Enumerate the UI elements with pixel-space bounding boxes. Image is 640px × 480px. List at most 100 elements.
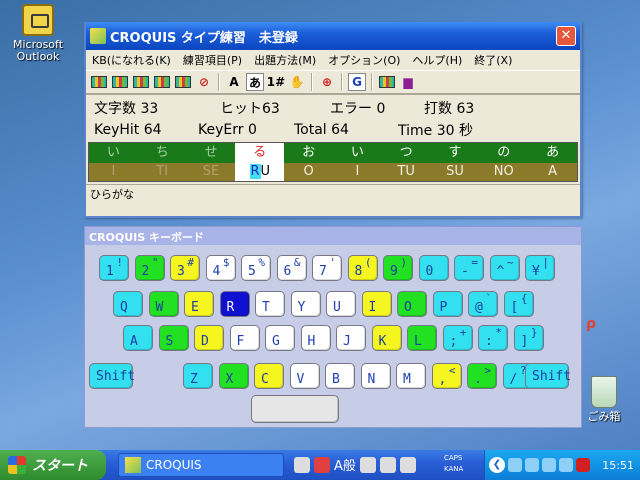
key-label: E [191, 300, 199, 315]
key-r[interactable]: R [219, 291, 250, 317]
key-s[interactable]: S [158, 325, 189, 351]
toolbar-keyboard-4-button[interactable] [153, 73, 171, 91]
key-x[interactable]: X [218, 363, 249, 389]
kana-cell: い [332, 143, 382, 163]
toolbar-g-button[interactable]: G [348, 73, 366, 91]
key-p[interactable]: P [432, 291, 463, 317]
ime-mode[interactable]: A般 [334, 455, 356, 474]
chevron-left-icon[interactable]: ❮ [489, 457, 505, 473]
ime-pad-icon[interactable] [359, 456, 376, 473]
key-0[interactable]: 0 [418, 255, 449, 281]
clock[interactable]: 15:51 [602, 459, 634, 472]
menu-exit[interactable]: 終了(X) [468, 52, 518, 68]
key-label: V [296, 372, 305, 387]
toolbar-no-keyboard-button[interactable]: ⊘ [195, 73, 213, 91]
recycle-bin-icon [591, 376, 617, 408]
start-button[interactable]: スタート [0, 450, 106, 480]
key-g[interactable]: G [265, 325, 295, 351]
key-u[interactable]: U [326, 291, 356, 317]
key-4[interactable]: 4 $ [205, 255, 236, 281]
romaji-typed: R [249, 164, 261, 179]
ati-icon[interactable] [576, 458, 590, 472]
key-h[interactable]: H [300, 325, 331, 351]
ime-dict-icon[interactable] [379, 456, 396, 473]
key-n[interactable]: N [360, 363, 391, 389]
key-j[interactable]: J [336, 325, 366, 351]
toolbar-keyboard-2-button[interactable] [111, 73, 129, 91]
toolbar-keyboard-3-button[interactable] [132, 73, 150, 91]
menu-method[interactable]: 出題方法(M) [248, 52, 322, 68]
key-7[interactable]: 7 ' [312, 255, 342, 281]
key-2[interactable]: 2 " [134, 255, 165, 281]
key-o[interactable]: O [397, 291, 427, 317]
key-sym-1-11[interactable]: [{ [503, 291, 534, 317]
key-a[interactable]: A [123, 325, 153, 351]
key-q[interactable]: Q [113, 291, 143, 317]
caps-kana-indicator: CAPS KANA [444, 453, 463, 475]
key-label: 8 [354, 264, 363, 279]
menu-help[interactable]: ヘルプ(H) [406, 52, 468, 68]
taskbar: スタート CROQUIS A般 CAPS KANA ❮ 15:51 [0, 450, 640, 480]
no-keyboard-icon: ⊘ [198, 75, 210, 89]
toolbar-keyboard-1-button[interactable] [90, 73, 108, 91]
key-sym-2-9[interactable]: ; + [442, 325, 473, 351]
key-9[interactable]: 9) [383, 255, 413, 281]
key-space[interactable] [251, 395, 339, 423]
key-d[interactable]: D [194, 325, 224, 351]
toolbar-keyboard-5-button[interactable] [174, 73, 192, 91]
toolbar-keyboard-view-button[interactable] [378, 73, 396, 91]
menu-options[interactable]: オプション(O) [322, 52, 406, 68]
key-y[interactable]: Y [290, 291, 321, 317]
romaji-cell: RU [235, 163, 285, 181]
key-5[interactable]: 5% [241, 255, 271, 281]
key-1[interactable]: 1! [99, 255, 129, 281]
menu-kb[interactable]: KB(になれる(K) [86, 52, 177, 68]
key-sym-0-11[interactable]: ^ ~ [489, 255, 520, 281]
toolbar-target-button[interactable]: ⊕ [318, 73, 336, 91]
key-sym-2-10[interactable]: : * [478, 325, 508, 351]
key-w[interactable]: W [148, 291, 179, 317]
globe-icon[interactable] [525, 458, 539, 472]
key-sym-2-11[interactable]: ]} [513, 325, 544, 351]
device-icon[interactable] [559, 458, 573, 472]
taskbar-item-croquis[interactable]: CROQUIS [118, 453, 284, 477]
key-f[interactable]: F [229, 325, 260, 351]
security-icon[interactable] [542, 458, 556, 472]
desktop-icon-outlook[interactable]: Microsoft Outlook [0, 4, 76, 63]
toolbar-kana-button[interactable]: あ [246, 73, 264, 91]
key-i[interactable]: I [361, 291, 392, 317]
key-sym-0-12[interactable]: ¥ | [525, 255, 555, 281]
close-button[interactable]: ✕ [556, 26, 576, 46]
key-sym-0-10[interactable]: - = [454, 255, 484, 281]
key-e[interactable]: E [184, 291, 214, 317]
kana-cell: い [89, 143, 138, 163]
key-v[interactable]: V [289, 363, 320, 389]
key-m[interactable]: M [396, 363, 426, 389]
key-6[interactable]: 6 & [276, 255, 307, 281]
key-label: P [439, 300, 448, 315]
ime-help-icon[interactable] [399, 456, 416, 473]
key-t[interactable]: T [255, 291, 285, 317]
key-shift-left[interactable]: Shift [89, 363, 135, 389]
network-icon[interactable] [508, 458, 522, 472]
key-l[interactable]: L [407, 325, 437, 351]
ime-tool-icon[interactable] [314, 456, 330, 473]
toolbar-hand-button[interactable]: ✋ [288, 73, 306, 91]
title-bar[interactable]: CROQUIS タイプ練習 未登録 ✕ [86, 22, 580, 50]
toolbar-book-button[interactable]: ▆ [399, 73, 417, 91]
toolbar-number-button[interactable]: 1# [267, 73, 285, 91]
key-8[interactable]: 8( [347, 255, 378, 281]
key-b[interactable]: B [325, 363, 355, 389]
key-shift-right[interactable]: Shift [525, 363, 571, 389]
key-shift-label: # [187, 256, 194, 269]
ime-icon[interactable] [294, 456, 310, 473]
key-3[interactable]: 3 # [170, 255, 200, 281]
key-sym-3-7[interactable]: , < [431, 363, 462, 389]
key-sym-1-10[interactable]: @ ` [468, 291, 498, 317]
key-z[interactable]: Z [183, 363, 213, 389]
key-k[interactable]: K [371, 325, 402, 351]
key-c[interactable]: C [254, 363, 284, 389]
menu-practice[interactable]: 練習項目(P) [177, 52, 248, 68]
key-sym-3-8[interactable]: . > [467, 363, 497, 389]
toolbar-alpha-button[interactable]: A [225, 73, 243, 91]
